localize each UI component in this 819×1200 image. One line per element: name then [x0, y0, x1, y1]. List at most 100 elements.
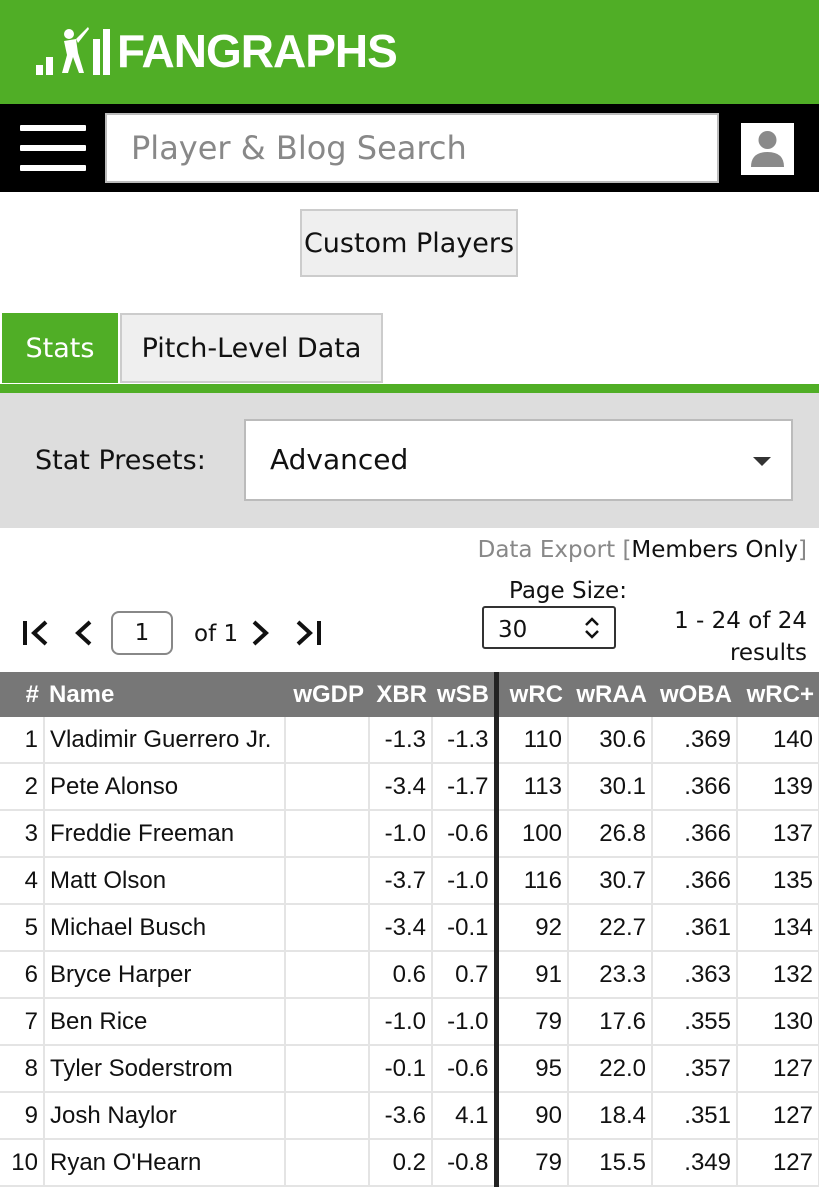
xbr-cell: -1.3	[369, 717, 433, 764]
xbr-cell: -3.7	[369, 857, 433, 905]
player-name-link[interactable]: Bryce Harper	[44, 951, 286, 999]
wraa-cell: 22.0	[568, 1045, 653, 1093]
wsb-cell: -1.0	[432, 857, 497, 905]
members-only-link[interactable]: Members Only	[631, 537, 798, 563]
rank-cell: 3	[0, 810, 45, 858]
xbr-cell: -3.4	[369, 763, 433, 811]
tab-pitch-level-data[interactable]: Pitch-Level Data	[120, 313, 383, 383]
wsb-cell: -1.7	[432, 763, 497, 811]
user-icon[interactable]	[741, 123, 794, 175]
xbr-cell: -1.0	[369, 810, 433, 858]
player-name-link[interactable]: Vladimir Guerrero Jr.	[44, 717, 286, 764]
wraa-cell: 30.7	[568, 857, 653, 905]
wsb-cell: -0.8	[432, 1139, 497, 1187]
page-size-select[interactable]: 30	[482, 606, 616, 649]
tab-stats[interactable]: Stats	[2, 313, 118, 383]
search-input[interactable]	[105, 113, 719, 183]
hamburger-icon[interactable]	[20, 125, 86, 171]
xbr-cell: -1.0	[369, 998, 433, 1046]
wrc-plus-cell: 130	[737, 998, 819, 1046]
wraa-cell: 30.6	[568, 717, 653, 764]
player-name-link[interactable]: Pete Alonso	[44, 763, 286, 811]
stat-presets-select[interactable]: Advanced	[244, 419, 793, 501]
wsb-cell: -1.0	[432, 998, 497, 1046]
column-header-xbr[interactable]: XBR	[369, 672, 432, 717]
wrc-cell: 91	[493, 951, 569, 999]
wsb-cell: 0.7	[432, 951, 497, 999]
chevron-up-down-icon	[585, 617, 599, 639]
player-name-link[interactable]: Tyler Soderstrom	[44, 1045, 286, 1093]
player-name-link[interactable]: Freddie Freeman	[44, 810, 286, 858]
table-row: 7 Ben Rice -1.0 -1.0 79 17.6.355 130	[0, 998, 819, 1046]
prev-page-icon[interactable]	[72, 618, 96, 653]
wrc-cell: 95	[493, 1045, 569, 1093]
data-export-suffix: ]	[798, 537, 807, 563]
woba-cell: .349	[652, 1139, 738, 1187]
rank-cell: 9	[0, 1092, 45, 1140]
woba-cell: .363	[652, 951, 738, 999]
page-size-label: Page Size:	[509, 578, 627, 604]
wsb-cell: -0.1	[432, 904, 497, 952]
column-header-name[interactable]: Name	[44, 672, 285, 717]
fangraphs-logo[interactable]: FANGRAPHS	[36, 22, 398, 80]
wgdp-cell	[285, 810, 370, 858]
page-size-value: 30	[498, 617, 528, 643]
wrc-plus-cell: 137	[737, 810, 819, 858]
custom-players-button[interactable]: Custom Players	[300, 209, 518, 277]
wgdp-cell	[285, 1045, 370, 1093]
column-header-wrc-plus[interactable]: wRC+	[737, 672, 819, 717]
table-row: 4 Matt Olson -3.7 -1.0 116 30.7.366 135	[0, 857, 819, 905]
wrc-plus-cell: 135	[737, 857, 819, 905]
wrc-plus-cell: 127	[737, 1045, 819, 1093]
column-header-wraa[interactable]: wRAA	[568, 672, 652, 717]
wrc-plus-cell: 127	[737, 1139, 819, 1187]
dropdown-arrow-icon	[753, 457, 771, 466]
column-header-wsb[interactable]: wSB	[432, 672, 496, 717]
column-header-woba[interactable]: wOBA	[652, 672, 737, 717]
column-header-wrc[interactable]: wRC	[493, 672, 568, 717]
wraa-cell: 22.7	[568, 904, 653, 952]
wsb-cell: -0.6	[432, 810, 497, 858]
column-header-rank[interactable]: #	[0, 672, 44, 717]
wrc-cell: 113	[493, 763, 569, 811]
results-range: 1 - 24 of 24	[674, 608, 807, 634]
table-row: 3 Freddie Freeman -1.0 -0.6 100 26.8.366 137	[0, 810, 819, 858]
table-row: 1 Vladimir Guerrero Jr. -1.3 -1.3 110 30.6.36…	[0, 717, 819, 764]
table-row: 6 Bryce Harper 0.6 0.7 91 23.3.363 132	[0, 951, 819, 999]
rank-cell: 2	[0, 763, 45, 811]
table-row: 8 Tyler Soderstrom -0.1 -0.6 95 22.0.357 127	[0, 1045, 819, 1093]
page-count: of 1	[194, 621, 239, 647]
player-name-link[interactable]: Ryan O'Hearn	[44, 1139, 286, 1187]
wrc-plus-cell: 139	[737, 763, 819, 811]
rank-cell: 8	[0, 1045, 45, 1093]
wraa-cell: 23.3	[568, 951, 653, 999]
data-export: Data Export [Members Only]	[478, 537, 807, 563]
column-header-wgdp[interactable]: wGDP	[285, 672, 369, 717]
player-name-link[interactable]: Ben Rice	[44, 998, 286, 1046]
wgdp-cell	[285, 998, 370, 1046]
first-page-icon[interactable]	[20, 618, 50, 653]
next-page-icon[interactable]	[248, 618, 272, 653]
player-name-link[interactable]: Matt Olson	[44, 857, 286, 905]
tab-underline	[0, 384, 819, 393]
wraa-cell: 15.5	[568, 1139, 653, 1187]
last-page-icon[interactable]	[294, 618, 324, 653]
rank-cell: 6	[0, 951, 45, 999]
wgdp-cell	[285, 763, 370, 811]
results-count: 1 - 24 of 24 results	[674, 605, 807, 669]
wrc-cell: 92	[493, 904, 569, 952]
xbr-cell: -3.4	[369, 904, 433, 952]
rank-cell: 4	[0, 857, 45, 905]
rank-cell: 1	[0, 717, 45, 764]
player-name-link[interactable]: Michael Busch	[44, 904, 286, 952]
table-row: 10 Ryan O'Hearn 0.2 -0.8 79 15.5.349 127	[0, 1139, 819, 1187]
wrc-cell: 110	[493, 717, 569, 764]
wgdp-cell	[285, 857, 370, 905]
player-name-link[interactable]: Josh Naylor	[44, 1092, 286, 1140]
wgdp-cell	[285, 1139, 370, 1187]
woba-cell: .366	[652, 857, 738, 905]
page-number-input[interactable]	[111, 611, 173, 655]
wgdp-cell	[285, 717, 370, 764]
woba-cell: .366	[652, 810, 738, 858]
table-header-row: # Name wGDP XBR wSB wRC wRAA wOBA wRC+	[0, 672, 819, 717]
